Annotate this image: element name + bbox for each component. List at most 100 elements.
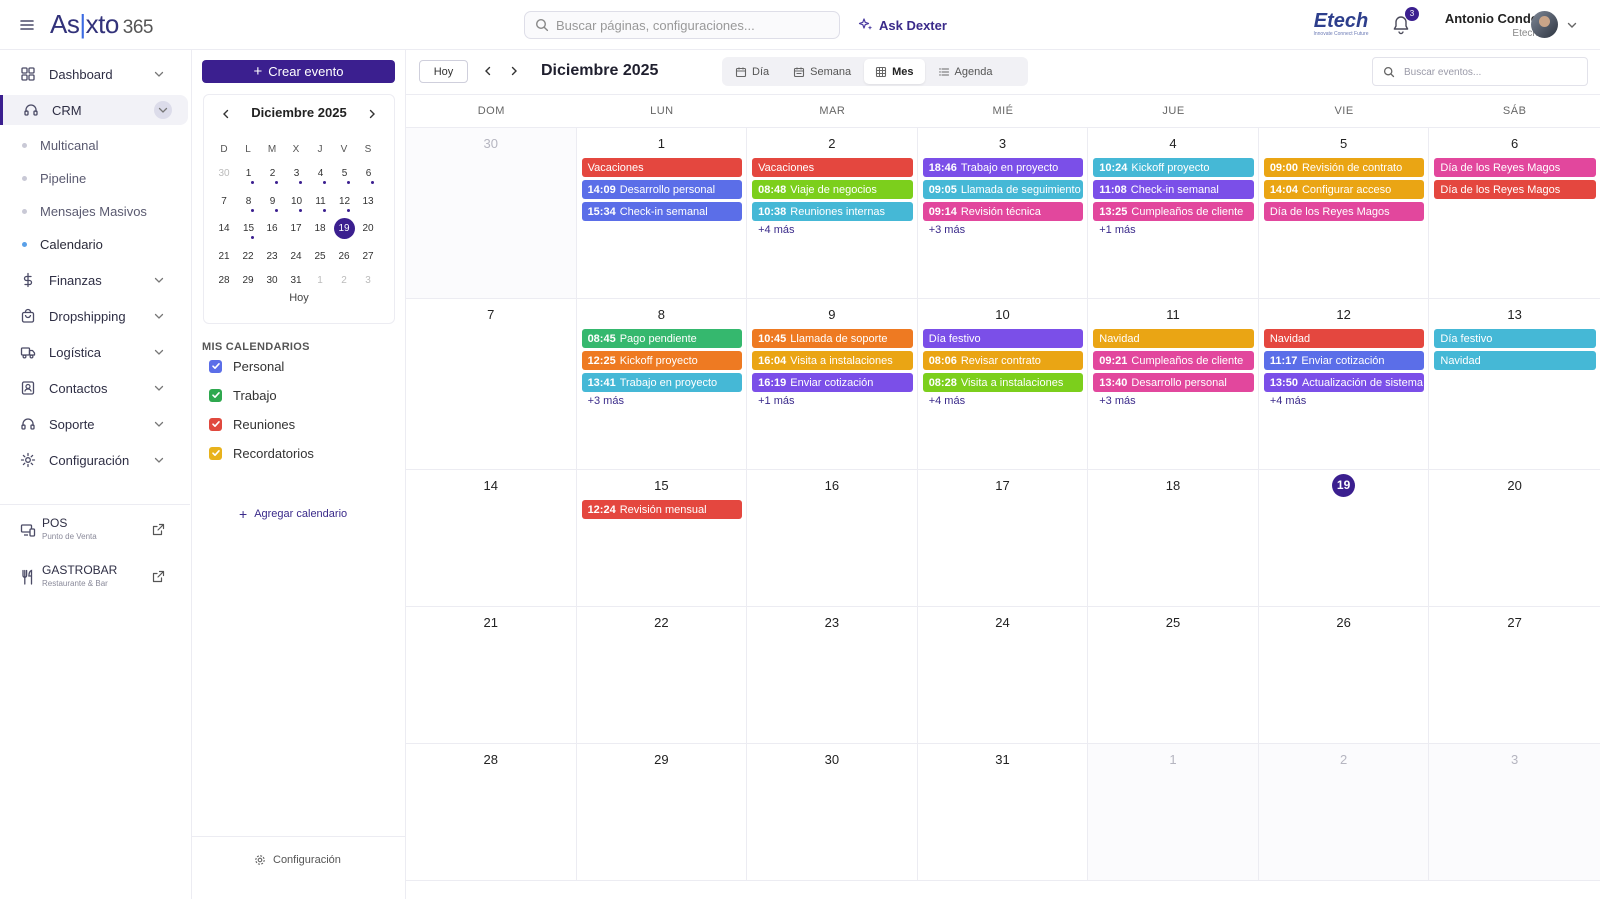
more-events-link[interactable]: +3 más — [929, 224, 1088, 236]
event-chip[interactable]: 18:46 Trabajo en proyecto — [922, 158, 1084, 177]
mini-day[interactable]: 1 — [308, 269, 332, 294]
avatar[interactable] — [1531, 11, 1558, 38]
mini-day[interactable]: 17 — [284, 217, 308, 242]
external-link-icon[interactable] — [152, 523, 165, 536]
mini-day[interactable]: 28 — [212, 269, 236, 294]
more-events-link[interactable]: +4 más — [929, 395, 1088, 407]
more-events-link[interactable]: +1 más — [758, 395, 917, 407]
mini-day[interactable]: 26 — [332, 244, 356, 269]
event-chip[interactable]: 09:21 Cumpleaños de cliente — [1093, 351, 1254, 370]
day-cell[interactable]: 18 — [1088, 470, 1259, 606]
mini-day[interactable]: 3 — [356, 269, 380, 294]
mini-day[interactable]: 12 — [337, 189, 352, 214]
chevron-right-icon[interactable] — [366, 108, 378, 120]
calendar-toggle-recordatorios[interactable]: Recordatorios — [209, 443, 314, 463]
mini-day[interactable]: 7 — [212, 189, 236, 214]
event-chip[interactable]: 16:04 Visita a instalaciones — [752, 351, 913, 370]
create-event-button[interactable]: + Crear evento — [202, 60, 395, 83]
more-events-link[interactable]: +4 más — [758, 224, 917, 236]
more-events-link[interactable]: +3 más — [588, 395, 747, 407]
more-events-link[interactable]: +4 más — [1270, 395, 1429, 407]
view-tab-agenda[interactable]: Agenda — [927, 59, 1004, 84]
chevron-down-icon[interactable] — [153, 346, 165, 358]
event-chip[interactable]: 08:06 Revisar contrato — [922, 351, 1084, 370]
event-chip[interactable]: 11:08 Check-in semanal — [1093, 180, 1254, 199]
mini-day[interactable]: 20 — [356, 217, 380, 242]
day-cell[interactable]: 30 — [406, 128, 577, 298]
day-cell[interactable]: 16 — [747, 470, 918, 606]
event-search[interactable] — [1372, 57, 1588, 86]
day-cell[interactable]: 25 — [1088, 607, 1259, 743]
day-cell[interactable]: 8 08:45 Pago pendiente 12:25 Kickoff proyect… — [577, 299, 748, 469]
user-menu[interactable]: Antonio Conde Etech — [1428, 11, 1538, 39]
event-chip[interactable]: 11:17 Enviar cotización — [1263, 351, 1425, 370]
day-cell[interactable]: 15 12:24 Revisión mensual — [577, 470, 748, 606]
mini-day[interactable]: 30 — [260, 269, 284, 294]
event-search-input[interactable] — [1404, 64, 1579, 80]
day-cell[interactable]: 31 — [918, 744, 1089, 880]
sidebar-item-dropshipping[interactable]: Dropshipping — [0, 301, 188, 331]
day-cell[interactable]: 20 — [1429, 470, 1600, 606]
mini-day[interactable]: 31 — [284, 269, 308, 294]
event-chip[interactable]: 08:45 Pago pendiente — [581, 329, 743, 348]
event-chip[interactable]: 10:45 Llamada de soporte — [752, 329, 913, 348]
global-search[interactable] — [524, 11, 840, 39]
event-chip[interactable]: Día de los Reyes Magos — [1434, 180, 1596, 199]
event-chip[interactable]: 16:19 Enviar cotización — [752, 373, 913, 392]
sidebar-item-configuracion[interactable]: Configuración — [0, 445, 188, 475]
event-chip[interactable]: 09:00 Revisión de contrato — [1263, 158, 1425, 177]
mini-day[interactable]: 2 — [265, 162, 280, 187]
checkbox[interactable] — [209, 417, 222, 431]
sidebar-subitem-pipeline[interactable]: Pipeline — [22, 167, 86, 189]
sidebar-item-logistica[interactable]: Logística — [0, 337, 188, 367]
notifications-bell-icon[interactable]: 3 — [1391, 7, 1419, 36]
mini-day[interactable]: 27 — [356, 244, 380, 269]
calendar-toggle-personal[interactable]: Personal — [209, 356, 284, 376]
mini-day[interactable]: 4 — [313, 162, 328, 187]
chevron-down-icon[interactable] — [153, 382, 165, 394]
mini-day[interactable]: 3 — [289, 162, 304, 187]
mini-day[interactable]: 30 — [212, 162, 236, 187]
calendar-toggle-reuniones[interactable]: Reuniones — [209, 414, 295, 434]
global-search-input[interactable] — [556, 16, 831, 34]
mini-day[interactable]: 29 — [236, 269, 260, 294]
chevron-right-icon[interactable] — [508, 65, 520, 77]
sidebar-subitem-calendario[interactable]: Calendario — [22, 233, 103, 255]
day-cell[interactable]: 9 10:45 Llamada de soporte 16:04 Visita a in… — [747, 299, 918, 469]
chevron-down-icon[interactable] — [153, 274, 165, 286]
external-app-gastrobar[interactable]: GASTROBAR Restaurante & Bar — [18, 558, 178, 598]
day-cell[interactable]: 30 — [747, 744, 918, 880]
day-cell[interactable]: 3 — [1429, 744, 1600, 880]
day-cell[interactable]: 14 — [406, 470, 577, 606]
event-chip[interactable]: 13:25 Cumpleaños de cliente — [1093, 202, 1254, 221]
day-cell[interactable]: 1 Vacaciones 14:09 Desarrollo personal 15:34… — [577, 128, 748, 298]
ask-dexter-button[interactable]: Ask Dexter — [858, 15, 947, 35]
mini-day[interactable]: 2 — [332, 269, 356, 294]
day-cell[interactable]: 2 Vacaciones 08:48 Viaje de negocios 10:38 Re… — [747, 128, 918, 298]
day-cell[interactable]: 29 — [577, 744, 748, 880]
day-cell[interactable]: 2 — [1258, 744, 1430, 880]
sidebar-subitem-multicanal[interactable]: Multicanal — [22, 134, 99, 156]
event-chip[interactable]: 08:48 Viaje de negocios — [752, 180, 913, 199]
mini-day[interactable]: 11 — [313, 189, 328, 214]
sidebar-item-dashboard[interactable]: Dashboard — [0, 59, 188, 89]
sidebar-subitem-mensajes-masivos[interactable]: Mensajes Masivos — [22, 200, 147, 222]
day-cell[interactable]: 1 — [1088, 744, 1259, 880]
day-cell[interactable]: 26 — [1259, 607, 1430, 743]
event-chip[interactable]: 08:28 Visita a instalaciones — [922, 373, 1084, 392]
event-chip[interactable]: 10:38 Reuniones internas — [752, 202, 913, 221]
event-chip[interactable]: Día festivo — [922, 329, 1084, 348]
day-cell-today[interactable]: 19 — [1259, 470, 1430, 606]
checkbox[interactable] — [209, 446, 222, 460]
chevron-down-icon[interactable] — [154, 101, 172, 119]
mini-day[interactable]: 14 — [212, 217, 236, 242]
mini-day[interactable]: 13 — [356, 189, 380, 214]
mini-day[interactable]: 18 — [308, 217, 332, 242]
external-app-pos[interactable]: POS Punto de Venta — [18, 511, 178, 551]
checkbox[interactable] — [209, 388, 222, 402]
day-cell[interactable]: 17 — [918, 470, 1089, 606]
event-chip[interactable]: 12:25 Kickoff proyecto — [581, 351, 743, 370]
event-chip[interactable]: 09:14 Revisión técnica — [922, 202, 1084, 221]
chevron-down-icon[interactable] — [1566, 19, 1578, 31]
add-calendar-button[interactable]: + Agregar calendario — [239, 506, 347, 522]
